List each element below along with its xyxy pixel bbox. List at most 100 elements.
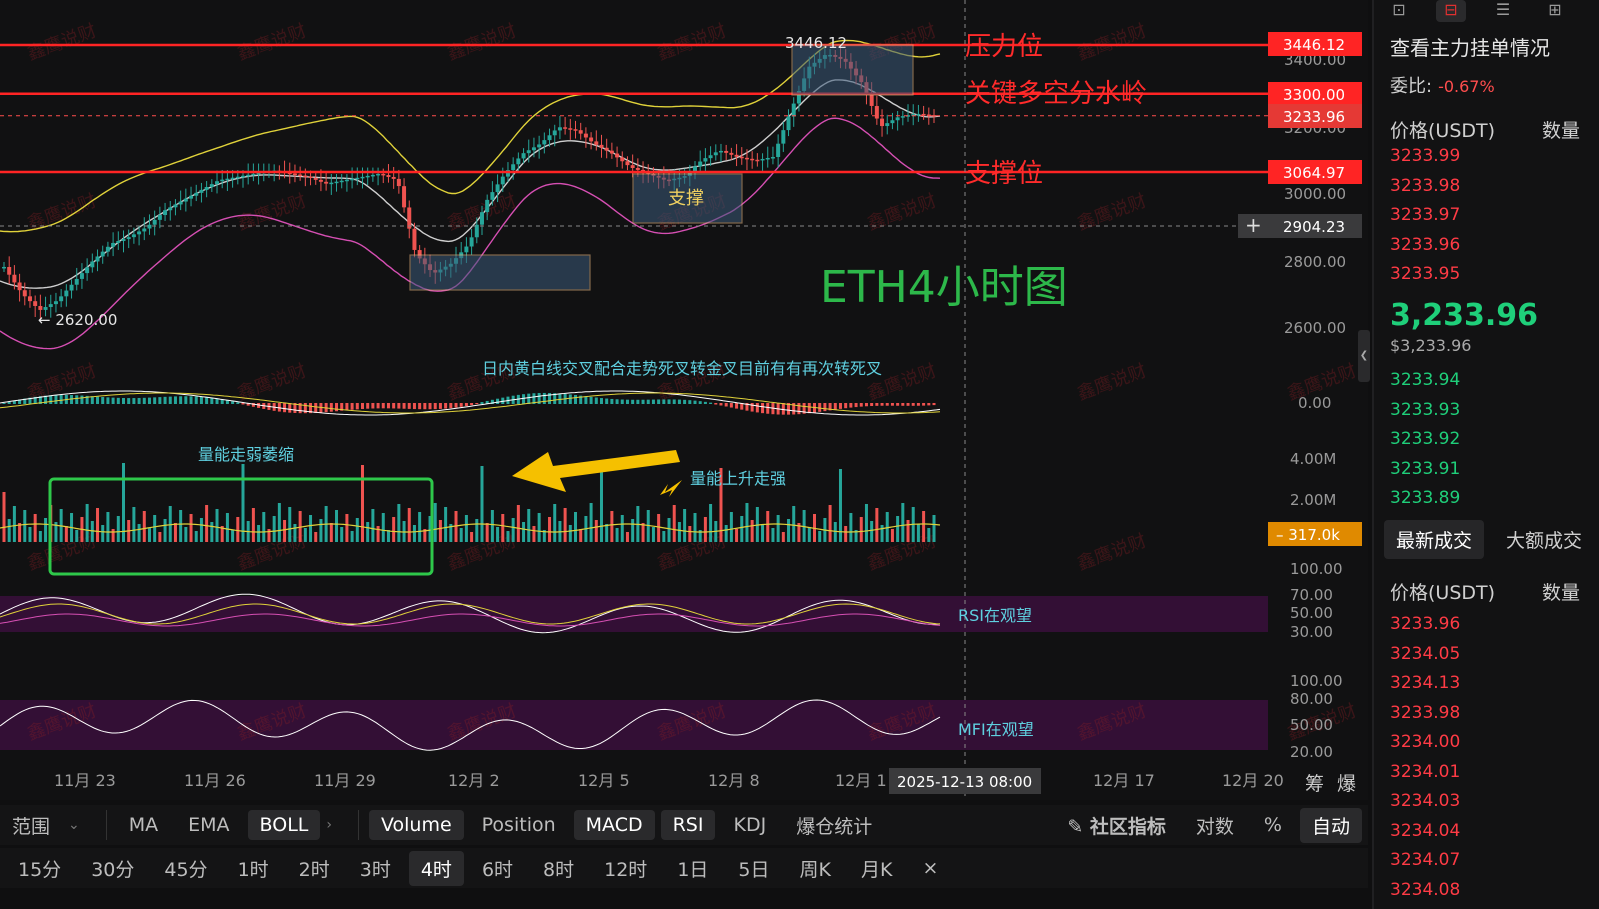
list-icon[interactable]: ☰ [1488, 0, 1518, 22]
macd-bar [153, 397, 157, 404]
candle-body [578, 130, 583, 134]
orderbook-header: 价格(USDT) 数量 [1390, 120, 1581, 142]
candle-body [105, 246, 110, 252]
timeframe-月K[interactable]: 月K [849, 851, 904, 886]
timeframe-8时[interactable]: 8时 [531, 851, 586, 886]
candle-body [786, 116, 791, 131]
resistance-tag: 3446.12 [1283, 36, 1345, 54]
indicator-爆仓统计[interactable]: 爆仓统计 [784, 808, 884, 843]
rsi-axis-tick: 30.00 [1290, 623, 1333, 641]
indicator-ema[interactable]: EMA [176, 810, 241, 840]
volume-axis-tick: 2.00M [1290, 491, 1336, 509]
ask-row[interactable]: 3233.95 [1390, 264, 1460, 284]
indicator-ma[interactable]: MA [117, 810, 170, 840]
price-axis-tick: 3000.00 [1284, 185, 1346, 203]
indicator-rsi[interactable]: RSI [660, 810, 716, 840]
bid-row[interactable]: 3233.91 [1390, 459, 1460, 479]
range-selector[interactable]: 范围 [0, 808, 62, 843]
macd-bar [631, 399, 635, 404]
trade-row[interactable]: 3233.96 [1390, 614, 1460, 634]
candle-body [765, 157, 770, 160]
timeframe-1日[interactable]: 1日 [665, 851, 720, 886]
macd-bar [168, 396, 172, 404]
timeframe-45分[interactable]: 45分 [152, 851, 219, 886]
volume-bar [480, 466, 484, 542]
indicator-boll[interactable]: BOLL [247, 810, 321, 840]
timeframe-4时[interactable]: 4时 [408, 850, 464, 886]
trade-row[interactable]: 3234.00 [1390, 732, 1460, 752]
date-tick: 12月 5 [578, 771, 630, 790]
timeframe-3时[interactable]: 3时 [348, 851, 403, 886]
timeframe-周K[interactable]: 周K [788, 851, 843, 886]
timeframe-5日[interactable]: 5日 [726, 851, 781, 886]
timeframe-1时[interactable]: 1时 [226, 851, 281, 886]
orderbook-icon[interactable]: ⊟ [1436, 0, 1466, 22]
candle-body [163, 210, 168, 216]
bid-row[interactable]: 3233.89 [1390, 488, 1460, 508]
macd-bar [859, 403, 863, 407]
trade-row[interactable]: 3234.08 [1390, 880, 1460, 900]
ask-row[interactable]: 3233.99 [1390, 146, 1460, 166]
volume-bar [236, 517, 240, 542]
percent-toggle[interactable]: % [1252, 810, 1294, 840]
indicator-volume[interactable]: Volume [368, 810, 464, 840]
trade-row[interactable]: 3234.13 [1390, 673, 1460, 693]
ask-row[interactable]: 3233.96 [1390, 235, 1460, 255]
macd-bar [688, 400, 692, 404]
timeframe-30分[interactable]: 30分 [79, 851, 146, 886]
bid-row[interactable]: 3233.93 [1390, 400, 1460, 420]
volume-bar [459, 528, 463, 542]
tab-large-trades[interactable]: 大额成交 [1494, 520, 1594, 559]
timeframe-12时[interactable]: 12时 [592, 851, 659, 886]
community-indicators-button[interactable]: ✎ 社区指标 [1055, 808, 1178, 843]
candle-body [230, 177, 235, 180]
candle-body [916, 113, 921, 116]
bid-row[interactable]: 3233.92 [1390, 429, 1460, 449]
crosshair-time: 2025-12-13 08:00 [897, 773, 1032, 791]
timeframe-6时[interactable]: 6时 [470, 851, 525, 886]
volume-bar [101, 525, 105, 542]
trade-row[interactable]: 3234.07 [1390, 850, 1460, 870]
ask-row[interactable]: 3233.98 [1390, 176, 1460, 196]
timeframe-2时[interactable]: 2时 [287, 851, 342, 886]
panel-title[interactable]: 查看主力挂单情况 [1390, 32, 1550, 61]
indicator-macd[interactable]: MACD [573, 810, 655, 840]
close-timeframes-button[interactable]: × [910, 853, 950, 883]
chart-svg[interactable]: 鑫鹰说财 鑫鹰说财 鑫鹰说财 鑫鹰说财 鑫鹰说财 鑫鹰说财鑫鹰说财 鑫鹰说财 鑫鹰说财 鑫鹰说财… [0, 0, 1368, 800]
chevron-down-icon[interactable]: ⌄ [68, 817, 80, 833]
chevron-right-icon[interactable]: › [326, 817, 332, 833]
trade-row[interactable]: 3234.01 [1390, 762, 1460, 782]
ask-row[interactable]: 3233.97 [1390, 205, 1460, 225]
macd-bar [189, 396, 193, 404]
trade-row[interactable]: 3234.03 [1390, 791, 1460, 811]
macd-bar [2, 403, 6, 404]
macd-bar [210, 397, 214, 404]
date-tick: 12月 20 [1222, 771, 1284, 790]
indicator-position[interactable]: Position [470, 810, 568, 840]
macd-bar [329, 403, 333, 412]
trade-row[interactable]: 3233.98 [1390, 703, 1460, 723]
candle-body [615, 153, 620, 158]
candle-body [874, 106, 879, 119]
macd-bar [438, 403, 442, 409]
chart-area[interactable]: 鑫鹰说财 鑫鹰说财 鑫鹰说财 鑫鹰说财 鑫鹰说财 鑫鹰说财 鑫鹰说财 鑫鹰说财 鑫鹰说财 鑫鹰说财… [0, 0, 1368, 800]
indicator-kdj[interactable]: KDJ [721, 810, 778, 840]
timeframe-15分[interactable]: 15分 [6, 851, 73, 886]
bid-row[interactable]: 3233.94 [1390, 370, 1460, 390]
volume-bar [121, 463, 125, 542]
volume-bar [890, 529, 894, 542]
candle-body [27, 296, 32, 302]
log-scale-toggle[interactable]: 对数 [1184, 808, 1246, 843]
candle-body [568, 128, 573, 130]
auto-scale-toggle[interactable]: 自动 [1299, 807, 1362, 843]
volume-bar [179, 510, 183, 542]
trade-row[interactable]: 3234.04 [1390, 821, 1460, 841]
grid-icon[interactable]: ⊞ [1540, 0, 1570, 22]
macd-bar [199, 396, 203, 404]
volume-bar [594, 520, 598, 542]
layout-icon[interactable]: ⊡ [1384, 0, 1414, 22]
collapse-panel-button[interactable]: ❮ [1358, 330, 1370, 382]
trade-row[interactable]: 3234.05 [1390, 644, 1460, 664]
tab-latest-trades[interactable]: 最新成交 [1384, 520, 1485, 559]
macd-bar [880, 403, 884, 406]
